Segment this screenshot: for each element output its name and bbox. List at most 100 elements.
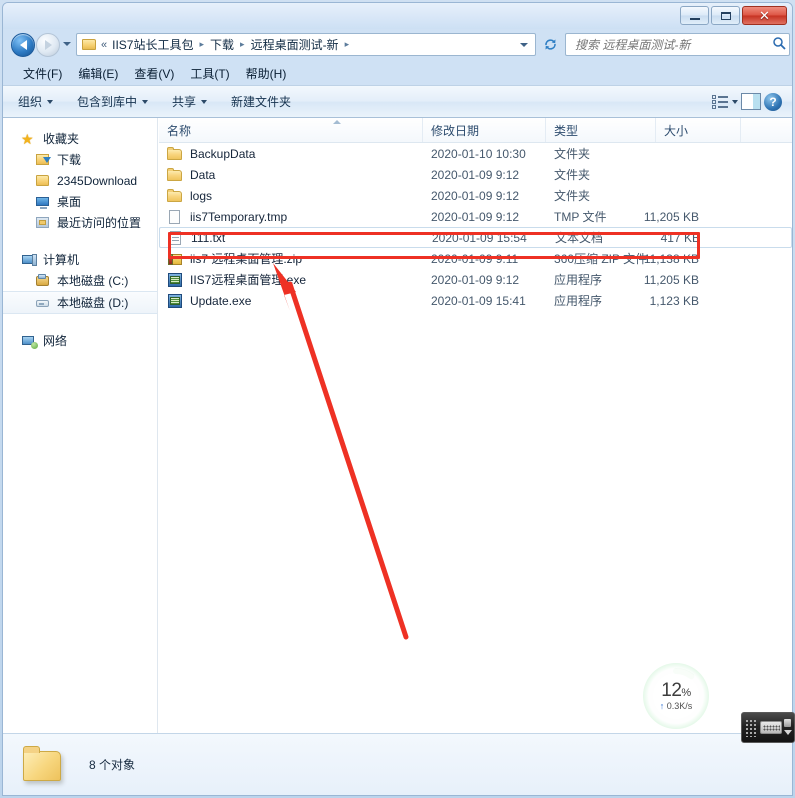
address-row: « IIS7站长工具包 ▸ 下载 ▸ 远程桌面测试-新 ▸ bbox=[3, 29, 792, 61]
downloads-folder-icon bbox=[35, 152, 51, 168]
file-list-pane: 名称 修改日期 类型 大小 BackupData 2020-01-10 10:3… bbox=[159, 118, 792, 734]
nav-group-network: 网络 bbox=[3, 330, 157, 351]
refresh-icon bbox=[545, 39, 556, 50]
chevron-down-icon bbox=[47, 99, 54, 104]
ime-floating-toolbar[interactable] bbox=[741, 712, 795, 743]
sidebar-item-network[interactable]: 网络 bbox=[3, 330, 157, 351]
ime-dots-icon[interactable] bbox=[745, 718, 758, 737]
history-dropdown-icon[interactable] bbox=[63, 42, 71, 46]
file-name-cell: 111.txt bbox=[168, 230, 225, 246]
window-body: ★ 收藏夹 下载 2345Download 桌面 最近访问的位置 计算机 本地磁… bbox=[3, 118, 792, 735]
share-with-button[interactable]: 共享 bbox=[163, 89, 216, 114]
sort-ascending-icon bbox=[333, 120, 341, 124]
breadcrumb-chevron-icon[interactable]: ▸ bbox=[199, 39, 204, 50]
file-name-cell: iis7Temporary.tmp bbox=[167, 209, 287, 225]
sidebar-item-downloads[interactable]: 下载 bbox=[3, 149, 157, 170]
file-date: 2020-01-09 15:41 bbox=[431, 293, 526, 308]
file-type: 文本文档 bbox=[555, 231, 604, 245]
sidebar-item-computer[interactable]: 计算机 bbox=[3, 249, 157, 270]
help-icon[interactable]: ? bbox=[764, 92, 782, 111]
sidebar-item-local-disk-c[interactable]: 本地磁盘 (C:) bbox=[3, 270, 157, 291]
file-name: Update.exe bbox=[190, 293, 252, 308]
file-name-cell: BackupData bbox=[167, 146, 255, 162]
text-file-icon bbox=[168, 230, 184, 246]
breadcrumb-chevron-icon[interactable]: ▸ bbox=[345, 39, 350, 50]
breadcrumb-item-1[interactable]: 下载 bbox=[208, 35, 236, 54]
sidebar-item-2345download[interactable]: 2345Download bbox=[3, 170, 157, 191]
table-row[interactable]: Data 2020-01-09 9:12 文件夹 bbox=[159, 164, 792, 185]
include-in-library-label: 包含到库中 bbox=[77, 95, 138, 109]
generic-file-icon bbox=[167, 209, 183, 225]
file-date: 2020-01-09 9:12 bbox=[431, 188, 520, 203]
chevron-down-icon bbox=[142, 99, 149, 104]
soft-keyboard-icon[interactable] bbox=[760, 721, 782, 734]
ime-expand-icon[interactable] bbox=[782, 718, 793, 738]
file-name: iis7Temporary.tmp bbox=[190, 209, 288, 224]
menu-tools[interactable]: 工具(T) bbox=[182, 63, 237, 84]
folder-icon bbox=[167, 188, 183, 204]
address-bar[interactable]: « IIS7站长工具包 ▸ 下载 ▸ 远程桌面测试-新 ▸ bbox=[76, 33, 536, 56]
file-date: 2020-01-09 15:54 bbox=[432, 230, 527, 245]
menu-edit[interactable]: 编辑(E) bbox=[70, 63, 126, 84]
table-row-selected[interactable]: 111.txt 2020-01-09 15:54 文本文档 417 KB bbox=[159, 227, 792, 248]
breadcrumb-chevron-icon[interactable]: ▸ bbox=[240, 39, 245, 50]
breadcrumb-item-2[interactable]: 远程桌面测试-新 bbox=[249, 35, 341, 54]
file-type: 文件夹 bbox=[554, 147, 591, 161]
minimize-button[interactable] bbox=[680, 6, 709, 25]
new-folder-button[interactable]: 新建文件夹 bbox=[222, 89, 300, 114]
close-button[interactable]: ✕ bbox=[742, 6, 787, 25]
close-icon: ✕ bbox=[759, 8, 770, 23]
file-type: 应用程序 bbox=[554, 273, 603, 287]
minimize-icon bbox=[689, 17, 700, 20]
file-date: 2020-01-10 10:30 bbox=[431, 146, 526, 161]
search-input[interactable] bbox=[573, 36, 769, 53]
sidebar-label: 网络 bbox=[43, 334, 68, 348]
file-size: 11,138 KB bbox=[643, 251, 699, 266]
recent-places-icon bbox=[35, 215, 51, 231]
table-row[interactable]: Update.exe 2020-01-09 15:41 应用程序 1,123 K… bbox=[159, 290, 792, 311]
folder-large-icon bbox=[21, 744, 67, 786]
file-name-cell: logs bbox=[167, 188, 212, 204]
hard-drive-system-icon bbox=[35, 273, 51, 289]
table-row[interactable]: iis7Temporary.tmp 2020-01-09 9:12 TMP 文件… bbox=[159, 206, 792, 227]
refresh-button[interactable] bbox=[540, 34, 561, 55]
menu-view[interactable]: 查看(V) bbox=[126, 63, 182, 84]
maximize-button[interactable] bbox=[711, 6, 740, 25]
file-name: IIS7远程桌面管理.exe bbox=[190, 273, 307, 287]
back-button[interactable] bbox=[11, 33, 35, 57]
sidebar-item-desktop[interactable]: 桌面 bbox=[3, 191, 157, 212]
table-row[interactable]: iis7 远程桌面管理.zip 2020-01-09 9:11 360压缩 ZI… bbox=[159, 248, 792, 269]
preview-pane-icon[interactable] bbox=[741, 93, 761, 110]
table-row[interactable]: BackupData 2020-01-10 10:30 文件夹 bbox=[159, 143, 792, 164]
breadcrumb-overflow-icon[interactable]: « bbox=[101, 39, 107, 51]
breadcrumb-item-0[interactable]: IIS7站长工具包 bbox=[110, 35, 195, 54]
forward-button[interactable] bbox=[36, 33, 60, 57]
sidebar-item-favorites[interactable]: ★ 收藏夹 bbox=[3, 128, 157, 149]
table-row[interactable]: IIS7远程桌面管理.exe 2020-01-09 9:12 应用程序 11,2… bbox=[159, 269, 792, 290]
address-dropdown-icon[interactable] bbox=[520, 42, 528, 47]
search-box[interactable] bbox=[565, 33, 790, 56]
menu-help[interactable]: 帮助(H) bbox=[238, 63, 295, 84]
sidebar-item-local-disk-d[interactable]: 本地磁盘 (D:) bbox=[3, 291, 157, 314]
column-header-type[interactable]: 类型 bbox=[546, 118, 656, 142]
computer-icon bbox=[21, 252, 37, 268]
view-dropdown-icon[interactable] bbox=[732, 99, 738, 104]
file-date: 2020-01-09 9:12 bbox=[431, 272, 520, 287]
sidebar-label: 下载 bbox=[57, 153, 82, 167]
change-view-icon[interactable] bbox=[711, 94, 729, 110]
column-header-name[interactable]: 名称 bbox=[159, 118, 423, 142]
table-row[interactable]: logs 2020-01-09 9:12 文件夹 bbox=[159, 185, 792, 206]
column-header-size[interactable]: 大小 bbox=[656, 118, 741, 142]
file-rows: BackupData 2020-01-10 10:30 文件夹 Data 202… bbox=[159, 143, 792, 311]
menu-file[interactable]: 文件(F) bbox=[15, 63, 70, 84]
folder-icon bbox=[167, 146, 183, 162]
file-name: logs bbox=[190, 188, 213, 203]
title-bar[interactable]: ✕ bbox=[3, 3, 792, 29]
column-header-date-modified[interactable]: 修改日期 bbox=[423, 118, 546, 142]
organize-button[interactable]: 组织 bbox=[9, 89, 62, 114]
include-in-library-button[interactable]: 包含到库中 bbox=[68, 89, 157, 114]
network-icon bbox=[21, 333, 38, 349]
sidebar-item-recent-places[interactable]: 最近访问的位置 bbox=[3, 212, 157, 233]
file-size: 11,205 KB bbox=[643, 272, 699, 287]
